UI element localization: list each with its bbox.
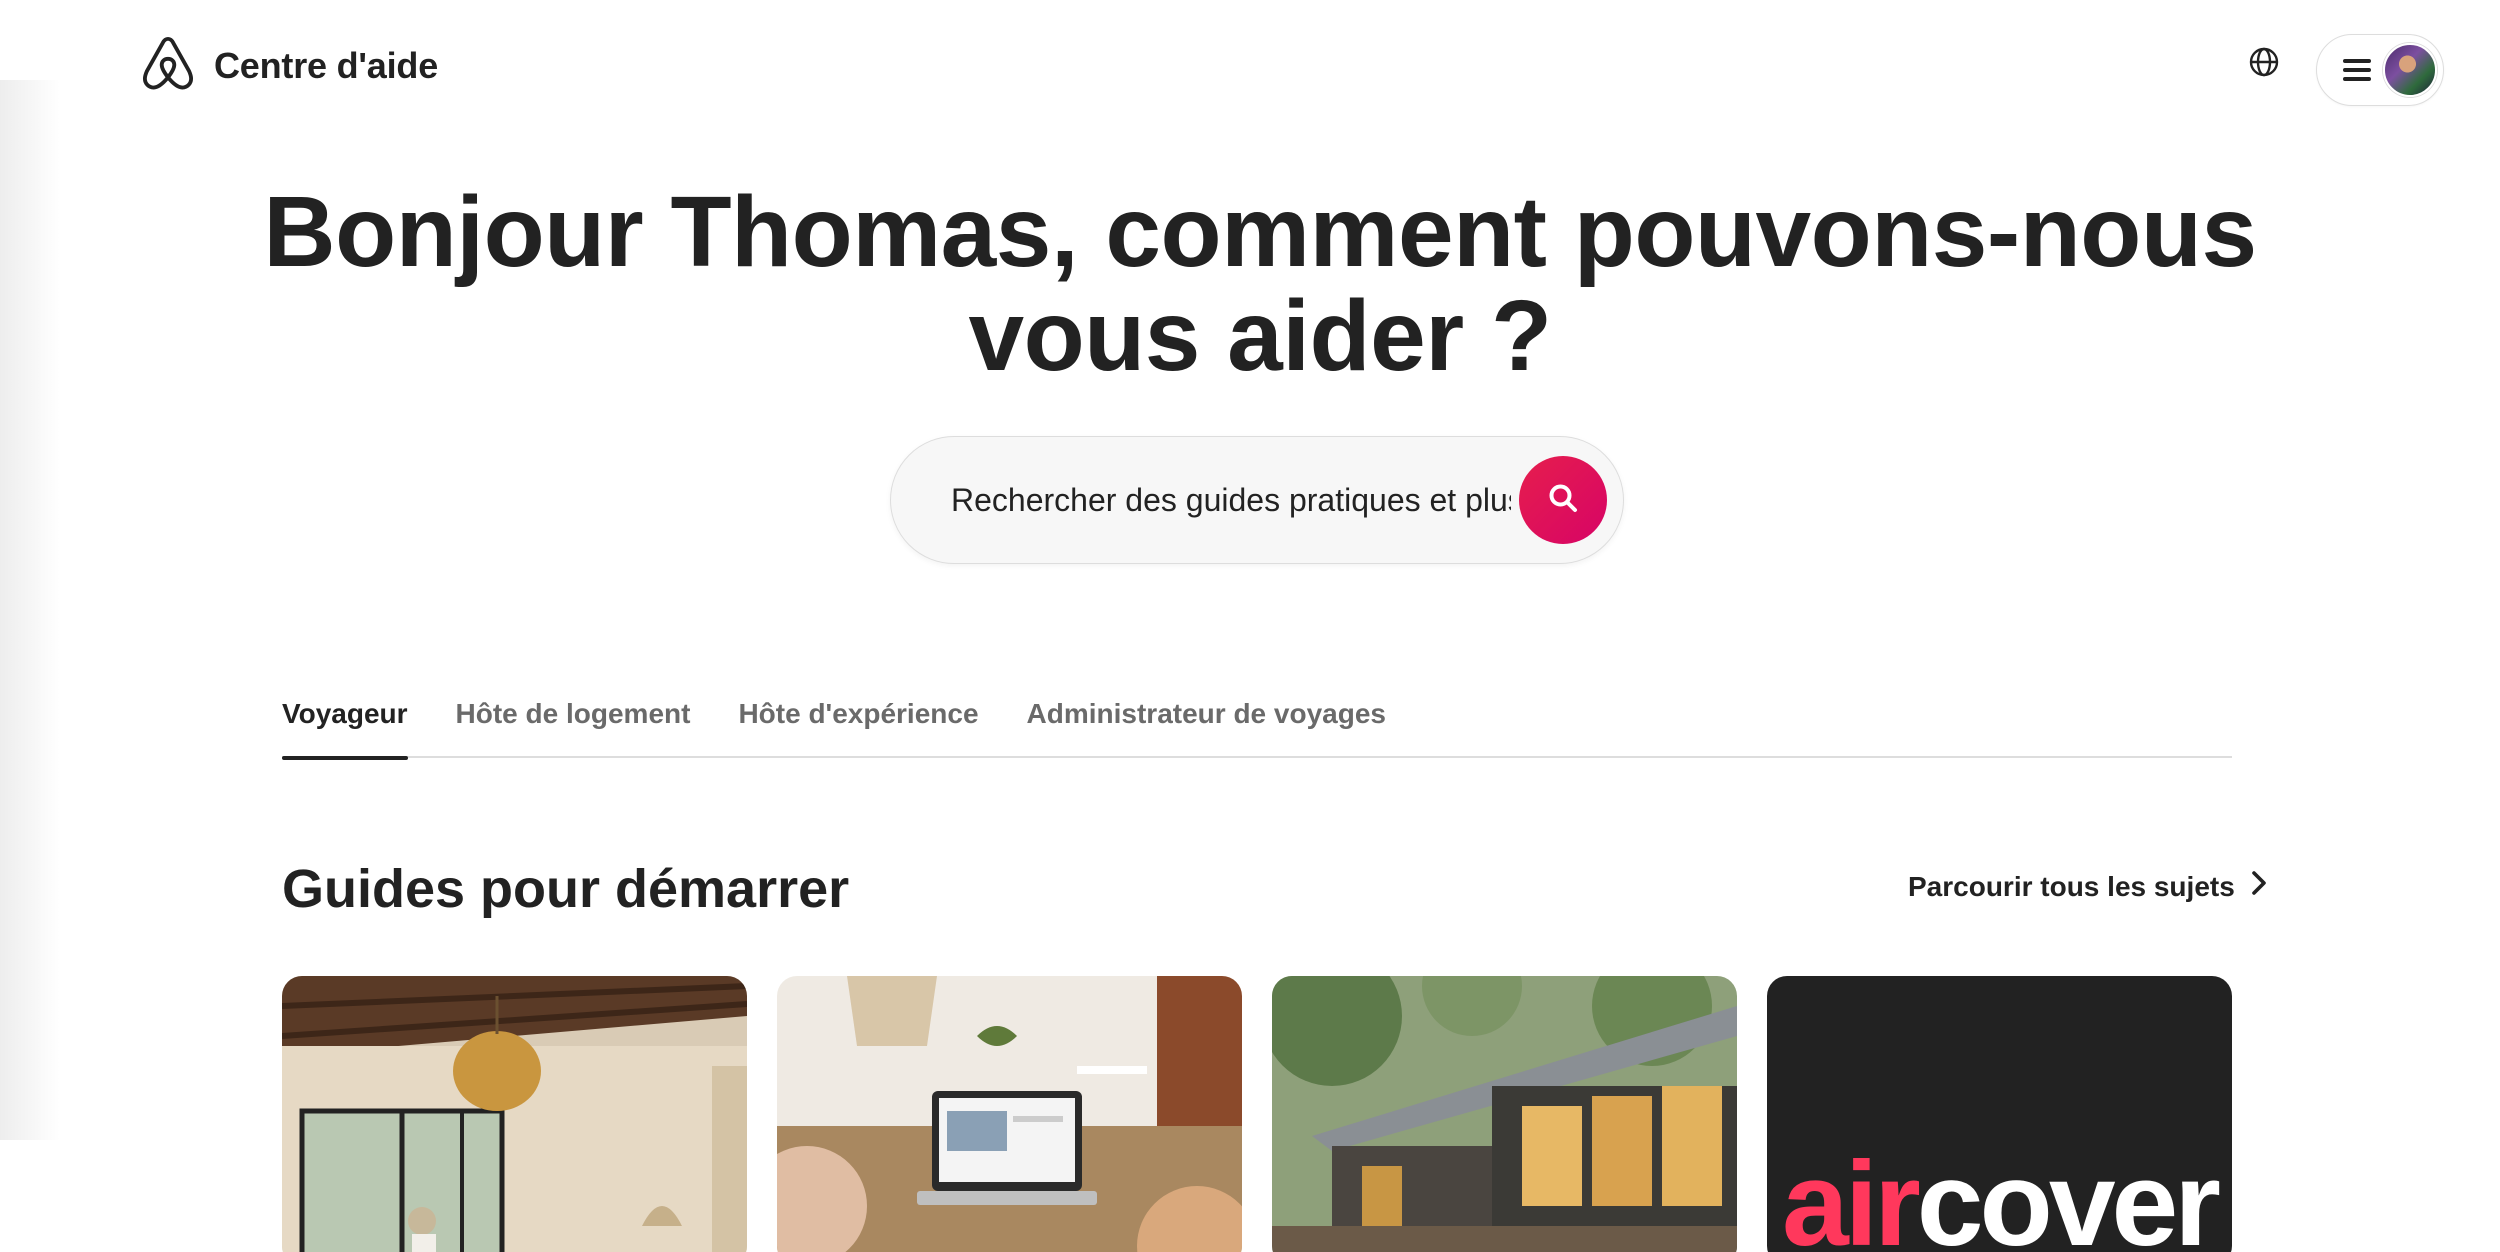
guide-card[interactable] [777,976,1242,1252]
laptop-on-table-photo [777,976,1242,1252]
aircover-card[interactable]: aircover [1767,976,2232,1252]
tab-hote-logement[interactable]: Hôte de logement [456,676,691,758]
living-room-photo [282,976,747,1252]
search-icon [1547,482,1579,519]
aircover-logo-air: air [1782,1137,1921,1252]
aircover-logo: aircover [1782,1144,2221,1252]
brand-title: Centre d'aide [214,45,439,86]
user-menu-button[interactable] [2316,34,2444,106]
tab-voyageur[interactable]: Voyageur [282,676,408,760]
guide-card[interactable] [1272,976,1737,1252]
brand[interactable]: Centre d'aide [140,36,438,96]
browse-all-topics-link[interactable]: Parcourir tous les sujets [1908,870,2269,903]
role-tabs: Voyageur Hôte de logement Hôte d'expérie… [282,676,2232,760]
airbnb-logo-icon [140,36,196,96]
chevron-right-icon [2247,870,2269,903]
search-input[interactable] [951,481,1511,519]
hamburger-menu-icon [2343,59,2371,81]
search-bar[interactable] [890,436,1624,564]
page-title: Bonjour Thomas, comment pouvons-nous vou… [263,176,2257,392]
aircover-logo-cover: cover [1916,1137,2221,1252]
guide-cards: aircover [282,976,2232,1252]
browse-label: Parcourir tous les sujets [1908,870,2235,902]
cabin-exterior-photo [1272,976,1737,1252]
user-avatar [2383,43,2437,97]
left-edge-shadow [0,80,60,1140]
globe-icon [2248,46,2280,83]
tab-hote-experience[interactable]: Hôte d'expérience [738,676,978,758]
tab-administrateur-voyages[interactable]: Administrateur de voyages [1027,676,1386,758]
section-title: Guides pour démarrer [282,859,850,919]
search-button[interactable] [1519,456,1607,544]
guide-card[interactable] [282,976,747,1252]
header: Centre d'aide [0,0,2500,130]
language-button[interactable] [2245,45,2283,83]
